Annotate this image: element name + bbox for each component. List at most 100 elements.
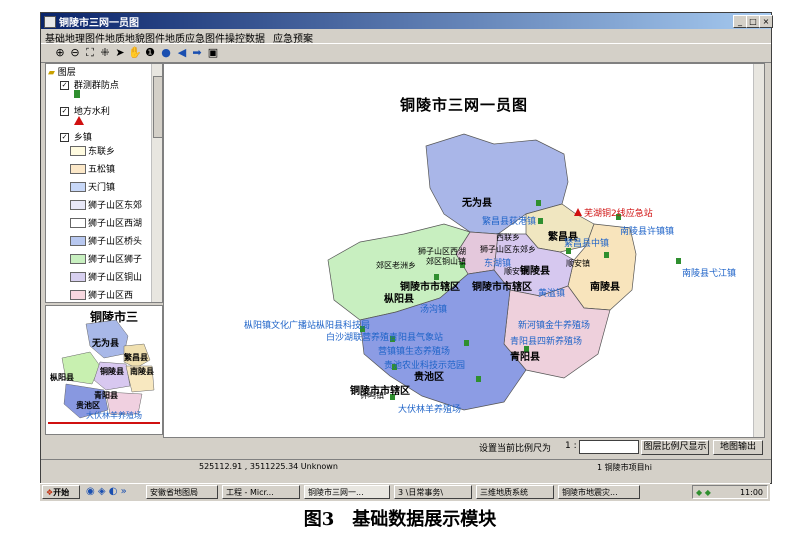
legend-label: 五松镇 [88, 165, 116, 175]
back-arrow-icon[interactable]: ◀ [175, 46, 189, 60]
layer-item-monitor[interactable]: ✓ 群测群防点 [60, 78, 119, 91]
zoom-out-icon[interactable]: ⊖ [68, 46, 82, 60]
legend-label: 东联乡 [88, 147, 116, 157]
layer-item-township[interactable]: ✓ 乡镇 [60, 130, 92, 143]
overview-label: 铜陵县 [100, 367, 124, 376]
layer-checkbox[interactable]: ✓ [60, 133, 69, 142]
application-window: 铜陵市三网一员图 _ □ × 基础地理图件 地质地貌图件 地质应急图件 操控数据… [40, 12, 773, 484]
overview-label: 繁昌县 [124, 353, 148, 362]
minimize-button[interactable]: _ [733, 15, 747, 28]
quicklaunch-icons[interactable]: ◉ ◈ ◐ » [86, 486, 127, 497]
map-town-label: 狮子山区东郊乡 [480, 245, 536, 254]
map-site-label: 繁昌县中镇 [564, 239, 610, 249]
legend-swatch [70, 254, 86, 264]
map-town-label: 顺安镇 [566, 259, 590, 268]
full-extent-icon[interactable]: ⛶ [83, 46, 97, 60]
scale-label: 设置当前比例尺为 [479, 444, 552, 454]
map-site-label: 贵池农业科技示范园 [384, 361, 466, 371]
legend-label: 狮子山区铜山 [88, 273, 143, 283]
map-label-nanling: 南陵县 [590, 282, 620, 293]
map-label-district: 铜陵市市辖区 [472, 282, 532, 293]
close-button[interactable]: × [759, 15, 773, 28]
map-town-label: 西联乡 [496, 233, 520, 242]
taskbar-item[interactable]: 工程 - Micr... [222, 485, 300, 499]
layer-panel: ▰ 图层 ✓ 群测群防点 ✓ 地方水利 ✓ 乡镇 东联乡 五松镇 天门镇 狮子山… [45, 63, 163, 303]
tray-icons[interactable]: ◆ ◆ [696, 488, 711, 497]
zoom-in-icon[interactable]: ⊕ [53, 46, 67, 60]
status-layer: 1 铜陵市项目hi [597, 463, 652, 472]
figure-caption: 图3 基础数据展示模块 [303, 509, 497, 530]
info-icon[interactable]: ❶ [143, 46, 157, 60]
scroll-thumb[interactable] [153, 76, 162, 138]
map-emergency-label: 芜湖铜2线应急站 [584, 209, 653, 219]
legend-label: 狮子山区西 [88, 291, 134, 301]
layer-root[interactable]: ▰ 图层 [48, 65, 76, 78]
start-label: 开始 [53, 488, 70, 497]
map-label-qingyang: 青阳县 [510, 352, 540, 363]
legend-label: 天门镇 [88, 183, 116, 193]
map-site-label: 繁昌县荻港镇 [482, 217, 537, 227]
map-town-label: 钟鸣镇 [360, 391, 384, 400]
forward-arrow-icon[interactable]: ➡ [190, 46, 204, 60]
map-label-wuwei: 无为县 [462, 198, 492, 209]
map-scrollbar[interactable] [753, 64, 764, 437]
taskbar-item[interactable]: 安徽省地图局 [146, 485, 218, 499]
layer-item-water[interactable]: ✓ 地方水利 [60, 104, 110, 117]
legend-swatch [70, 146, 86, 156]
scale-prefix: 1 : [565, 441, 577, 451]
map-export-button[interactable]: 地图输出 [713, 440, 763, 455]
legend-swatch [70, 290, 86, 300]
legend-label: 狮子山区桥头 [88, 237, 143, 247]
system-tray: ◆ ◆ 11:00 [692, 485, 768, 499]
map-site-label: 南陵县许镇镇 [620, 227, 675, 237]
taskbar-item[interactable]: 3 \日常事务\ [394, 485, 472, 499]
map-view[interactable]: 铜陵市三网一员图 无为县 繁昌县 铜陵县 南陵县 铜陵市市辖区 铜陵市市辖区 枞… [163, 63, 765, 438]
legend-swatch [70, 272, 86, 282]
clock: 11:00 [739, 488, 763, 497]
taskbar-item-active[interactable]: 铜陵市三网一... [304, 485, 390, 499]
layer-panel-scrollbar[interactable] [151, 64, 162, 302]
scale-bar: 设置当前比例尺为 1 : 图层比例尺显示 地图输出 [41, 438, 771, 456]
overview-label: 大伏林羊养殖场 [86, 411, 142, 420]
layer-checkbox[interactable]: ✓ [60, 107, 69, 116]
pan-hand-icon[interactable]: ✋ [128, 46, 142, 60]
overview-label: 南陵县 [130, 367, 154, 376]
scale-input[interactable] [579, 440, 639, 454]
taskbar-item[interactable]: 铜陵市地震灾... [558, 485, 640, 499]
start-button[interactable]: ❖开始 [42, 485, 80, 499]
legend-swatch [70, 218, 86, 228]
globe-icon[interactable]: ● [159, 46, 173, 60]
layer-label: 乡镇 [73, 133, 92, 143]
map-town-label: 郊区铜山镇 [426, 257, 466, 266]
map-site-label: 青阳县四新养殖场 [510, 337, 583, 347]
map-town-label: 狮子山区西湖 [418, 247, 466, 256]
title-bar: 铜陵市三网一员图 _ □ × [41, 13, 773, 29]
select-arrow-icon[interactable]: ➤ [113, 46, 127, 60]
maximize-button[interactable]: □ [746, 15, 760, 28]
status-bar: 525112.91 , 3511225.34 Unknown 1 铜陵市项目hi [41, 459, 771, 474]
flag-symbol-icon [74, 90, 80, 98]
legend-label: 狮子山区西湖 [88, 219, 143, 229]
taskbar: ❖开始 ◉ ◈ ◐ » 安徽省地图局 工程 - Micr... 铜陵市三网一..… [40, 483, 770, 501]
legend-label: 狮子山区狮子 [88, 255, 143, 265]
fixed-zoom-icon[interactable]: ⁜ [98, 46, 112, 60]
legend-label: 狮子山区东郊 [88, 201, 143, 211]
layer-root-label: 图层 [57, 68, 76, 78]
overview-label: 无为县 [92, 339, 120, 349]
map-town-label: 郊区老洲乡 [376, 261, 416, 270]
taskbar-item[interactable]: 三维地质系统 [476, 485, 554, 499]
map-site-label: 黄湓镇 [538, 289, 566, 299]
toolbar: ⊕ ⊖ ⛶ ⁜ ➤ ✋ ❶ ● ◀ ➡ ▣ [41, 43, 771, 63]
overview-map[interactable]: 铜陵市三 无为县 繁昌县 铜陵县 枞阳县 南陵县 青阳县 贵池区 大伏林羊养殖场 [45, 305, 163, 435]
map-site-label: 南陵县弋江镇 [682, 269, 737, 279]
legend-swatch [70, 236, 86, 246]
layer-label: 群测群防点 [73, 81, 119, 91]
menu-bar: 基础地理图件 地质地貌图件 地质应急图件 操控数据 应急预案 [41, 29, 771, 45]
map-site-label: 白沙湖联营养殖青阳县气象站 [326, 333, 444, 343]
show-scale-button[interactable]: 图层比例尺显示 [641, 440, 709, 455]
map-site-label: 新河镇金牛养殖场 [518, 321, 591, 331]
layout-icon[interactable]: ▣ [206, 46, 220, 60]
map-site-label: 汤沟镇 [420, 305, 448, 315]
map-site-label: 大伏林羊养殖场 [398, 405, 462, 415]
layer-checkbox[interactable]: ✓ [60, 81, 69, 90]
